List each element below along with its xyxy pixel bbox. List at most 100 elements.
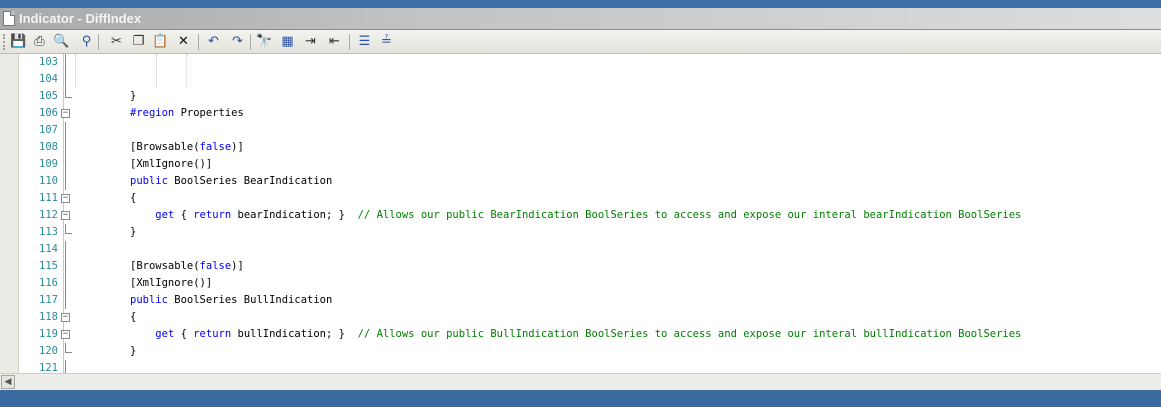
code-text: } (130, 343, 136, 360)
fold-guide-line (65, 258, 66, 275)
code-keyword: false (199, 260, 232, 272)
code-line[interactable]: 110 public BoolSeries BearIndication (18, 173, 1161, 190)
collapse-region-icon[interactable]: − (61, 313, 70, 322)
code-keyword: public (130, 294, 168, 306)
code-line[interactable]: 119− get { return bullIndication; } // A… (18, 326, 1161, 343)
save-icon[interactable]: 💾 (10, 33, 27, 50)
code-keyword: #region (130, 107, 175, 119)
collapse-region-icon[interactable]: − (61, 109, 70, 118)
code-line[interactable]: 111− { (18, 190, 1161, 207)
cut-icon[interactable]: ✂ (108, 33, 125, 50)
code-text: #region Properties (130, 105, 244, 122)
fold-end-marker (65, 343, 72, 353)
find-icon[interactable]: 🔭 (256, 33, 273, 50)
code-line[interactable]: 120} (18, 343, 1161, 360)
uncomment-icon[interactable]: ≟ (378, 33, 395, 50)
indent-guide (75, 54, 76, 88)
code-keyword: return (193, 209, 232, 221)
line-number: 121 (39, 362, 58, 373)
code-token: BoolSeries BearIndication (167, 175, 333, 187)
code-line[interactable]: 107 (18, 122, 1161, 139)
code-token: Properties (174, 107, 244, 119)
code-line[interactable]: 118− { (18, 309, 1161, 326)
code-token: } (130, 90, 137, 102)
collapse-region-icon[interactable]: − (61, 330, 70, 339)
code-text: { (130, 309, 136, 326)
toolbar-separator (349, 34, 350, 50)
fold-guide-line (65, 360, 66, 373)
code-line[interactable]: 112− get { return bearIndication; } // A… (18, 207, 1161, 224)
code-text: [Browsable(false)] (130, 139, 244, 156)
selection-margin[interactable] (0, 54, 19, 373)
outdent-icon[interactable]: ⇤ (326, 33, 343, 50)
status-bar (0, 390, 1161, 407)
indent-icon[interactable]: ⇥ (302, 33, 319, 50)
line-number: 113 (39, 226, 58, 238)
code-keyword: public (130, 175, 168, 187)
code-token: bearIndication; } (231, 209, 358, 221)
line-number: 112 (39, 209, 58, 221)
undo-icon[interactable]: ↶ (205, 33, 222, 50)
collapse-region-icon[interactable]: − (61, 211, 70, 220)
redo-icon[interactable]: ↷ (229, 33, 246, 50)
code-text: { (130, 190, 136, 207)
line-number: 114 (39, 243, 58, 255)
fold-guide-line (65, 275, 66, 292)
horizontal-scrollbar[interactable]: ◀ (0, 373, 1161, 390)
toolbar-separator (250, 34, 251, 50)
code-line[interactable]: 114 (18, 241, 1161, 258)
code-token: { (130, 192, 137, 204)
code-keyword: return (193, 328, 232, 340)
code-text: [Browsable(false)] (130, 258, 244, 275)
line-number: 103 (39, 56, 58, 68)
code-editor[interactable]: 103 104 105} 106− #region Properties 107 108 [B… (0, 54, 1161, 373)
code-line[interactable]: 117 public BoolSeries BullIndication (18, 292, 1161, 309)
code-line[interactable]: 116 [XmlIgnore()] (18, 275, 1161, 292)
code-line[interactable]: 109 [XmlIgnore()] (18, 156, 1161, 173)
scroll-left-icon[interactable]: ◀ (1, 375, 15, 389)
fold-end-marker (65, 224, 72, 234)
fold-guide-line (65, 173, 66, 190)
indent-guide (156, 54, 157, 88)
title-bar[interactable]: Indicator - DiffIndex (0, 8, 1161, 30)
print-icon[interactable]: ⎙ (31, 33, 48, 50)
line-number: 107 (39, 124, 58, 136)
print-preview-icon[interactable]: 🔍 (53, 33, 70, 50)
copy-icon[interactable]: ❐ (130, 33, 147, 50)
code-line[interactable]: 108 [Browsable(false)] (18, 139, 1161, 156)
editor-toolbar: 💾 ⎙ 🔍 ⚲ ✂ ❐ 📋 ✕ ↶ ↷ 🔭 ▦ ⇥ ⇤ ☰ ≟ (0, 30, 1161, 54)
code-token: { (130, 311, 137, 323)
code-line[interactable]: 103 (18, 54, 1161, 71)
document-icon (3, 11, 15, 26)
line-number: 117 (39, 294, 58, 306)
comment-icon[interactable]: ☰ (356, 33, 373, 50)
collapse-region-icon[interactable]: − (61, 194, 70, 203)
toolbar-separator (198, 34, 199, 50)
toolbar-grip[interactable] (3, 34, 9, 50)
code-token: } (130, 226, 137, 238)
window-title: Indicator - DiffIndex (19, 11, 142, 26)
code-text: [XmlIgnore()] (130, 156, 212, 173)
code-line[interactable]: 104 (18, 71, 1161, 88)
code-keyword: get (155, 209, 175, 221)
code-line[interactable]: 115 [Browsable(false)] (18, 258, 1161, 275)
paste-icon[interactable]: 📋 (152, 33, 169, 50)
code-token: )] (231, 141, 244, 153)
delete-icon[interactable]: ✕ (175, 33, 192, 50)
code-token: [XmlIgnore()] (130, 277, 213, 289)
code-line[interactable]: 105} (18, 88, 1161, 105)
code-line[interactable]: 121 (18, 360, 1161, 373)
code-text: get { return bullIndication; } // Allows… (130, 326, 1021, 343)
page-setup-icon[interactable]: ⚲ (78, 33, 95, 50)
code-line[interactable]: 106− #region Properties (18, 105, 1161, 122)
line-number: 111 (39, 192, 58, 204)
code-keyword: false (199, 141, 232, 153)
code-token: )] (231, 260, 244, 272)
replace-icon[interactable]: ▦ (279, 33, 296, 50)
code-line[interactable]: 113} (18, 224, 1161, 241)
line-number: 105 (39, 90, 58, 102)
code-text: } (130, 88, 136, 105)
code-text: public BoolSeries BearIndication (130, 173, 332, 190)
code-keyword: get (155, 328, 175, 340)
